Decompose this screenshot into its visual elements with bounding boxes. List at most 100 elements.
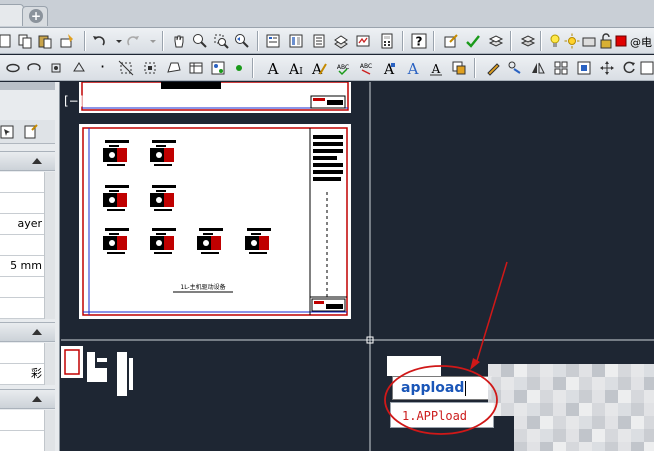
undo-icon[interactable] — [90, 32, 108, 50]
design-center-icon[interactable] — [287, 32, 305, 50]
layer-freeze-icon[interactable] — [580, 32, 598, 50]
plus-icon: + — [29, 9, 43, 23]
text-icon[interactable]: A — [264, 59, 282, 77]
property-row-thickness[interactable]: 5 mm — [0, 256, 44, 277]
property-row[interactable] — [0, 277, 44, 298]
svg-text:?: ? — [416, 35, 423, 49]
convert-text-icon[interactable] — [450, 59, 468, 77]
markup-icon[interactable] — [354, 32, 372, 50]
spell-check-icon[interactable]: ABC — [334, 59, 352, 77]
collapse-icon — [32, 158, 42, 164]
geometry-section-header[interactable] — [0, 389, 55, 409]
scale-icon[interactable] — [638, 59, 654, 77]
calculator-icon[interactable] — [378, 32, 396, 50]
layer-name-text[interactable]: @电 — [630, 34, 652, 50]
property-row[interactable] — [0, 193, 44, 214]
walk-icon[interactable] — [47, 59, 65, 77]
move-icon[interactable] — [598, 59, 616, 77]
redo-icon[interactable] — [124, 32, 142, 50]
svg-text:A: A — [407, 60, 419, 76]
panel-scrollbar[interactable] — [44, 410, 55, 451]
copy-icon[interactable] — [16, 32, 34, 50]
partial-geometry-left — [61, 346, 133, 396]
edit-text-icon[interactable]: A — [310, 59, 328, 77]
layer-icon[interactable] — [487, 32, 505, 50]
property-row[interactable] — [0, 298, 44, 319]
svg-text:I: I — [299, 67, 303, 76]
hatch-icon[interactable] — [209, 59, 227, 77]
svg-text:A: A — [431, 62, 441, 76]
paste-icon[interactable] — [36, 32, 54, 50]
array-icon[interactable] — [552, 59, 570, 77]
zoom-previous-icon[interactable] — [233, 32, 251, 50]
tool-palettes-icon[interactable] — [310, 32, 328, 50]
property-row[interactable] — [0, 431, 44, 451]
rotate-icon[interactable] — [620, 59, 638, 77]
svg-text:ABC: ABC — [337, 64, 349, 71]
pan-icon[interactable] — [170, 32, 188, 50]
orbit-icon[interactable] — [4, 59, 22, 77]
panel-scrollbar[interactable] — [44, 343, 55, 385]
sun-icon[interactable] — [563, 32, 581, 50]
property-row[interactable] — [0, 410, 44, 431]
zoom-window-icon[interactable] — [212, 32, 230, 50]
svg-text:A: A — [288, 62, 300, 76]
panel-toolbar — [0, 120, 55, 144]
offset-icon[interactable] — [575, 59, 593, 77]
properties-icon[interactable] — [264, 32, 282, 50]
general-section-header[interactable] — [0, 151, 55, 171]
point-icon[interactable] — [230, 59, 248, 77]
property-row[interactable] — [0, 343, 44, 364]
collapse-icon — [32, 329, 42, 335]
panel-scrollbar[interactable] — [44, 172, 55, 319]
find-replace-icon[interactable]: ABC — [357, 59, 375, 77]
quick-select-icon[interactable] — [22, 123, 40, 141]
pencil-icon[interactable] — [484, 59, 502, 77]
command-suggestion-item[interactable]: 1.APPload — [402, 409, 467, 423]
new-icon[interactable] — [0, 32, 14, 50]
property-row[interactable] — [0, 172, 44, 193]
svg-text:A: A — [267, 60, 279, 76]
region-icon[interactable] — [165, 59, 183, 77]
edit-properties-icon[interactable] — [442, 32, 460, 50]
new-tab-button[interactable]: + — [22, 6, 48, 26]
snap-endpoint-icon[interactable] — [117, 59, 135, 77]
tooltip-stub — [387, 356, 441, 376]
select-objects-icon[interactable] — [0, 123, 16, 141]
collapse-icon — [32, 396, 42, 402]
table-icon[interactable] — [187, 59, 205, 77]
sheet-caption: 1L-主机驱动设备 — [180, 283, 225, 291]
property-row-material[interactable]: 彩 — [0, 364, 44, 385]
text-style-icon[interactable]: A — [380, 59, 398, 77]
command-input-box[interactable]: appload — [392, 376, 492, 400]
edit-polyline-icon[interactable] — [506, 59, 524, 77]
panel-title-bar — [0, 82, 55, 90]
help-icon[interactable]: ? — [410, 32, 428, 50]
property-row-layer[interactable]: ayer — [0, 214, 44, 235]
3d-visualization-section-header[interactable] — [0, 322, 55, 342]
scale-text-icon[interactable]: A — [404, 59, 422, 77]
redo-dropdown-icon[interactable] — [144, 32, 162, 50]
document-tab[interactable] — [0, 4, 24, 26]
zoom-realtime-icon[interactable] — [191, 32, 209, 50]
command-input[interactable]: appload — [401, 380, 467, 396]
viewport-controls-label[interactable]: [−][自定义视图][二维线框] — [64, 92, 210, 109]
sheet-set-icon[interactable] — [332, 32, 350, 50]
snap-midpoint-icon[interactable] — [141, 59, 159, 77]
multiline-text-icon[interactable]: AI — [287, 59, 305, 77]
separator-dot: · — [100, 57, 106, 76]
text-caret — [465, 380, 467, 396]
match-properties-icon[interactable] — [58, 32, 76, 50]
justify-text-icon[interactable]: A — [427, 59, 445, 77]
draw-toolbar: · A AI A ABC ABC A A A — [0, 55, 654, 81]
properties-panel: ayer 5 mm 彩 — [0, 82, 60, 451]
light-bulb-icon[interactable] — [546, 32, 564, 50]
property-row[interactable] — [0, 235, 44, 256]
check-icon[interactable] — [464, 32, 482, 50]
layer-manager-icon[interactable] — [519, 32, 537, 50]
fly-icon[interactable] — [70, 59, 88, 77]
mirror-icon[interactable] — [529, 59, 547, 77]
blurred-region — [488, 364, 654, 451]
document-tab-strip: + — [0, 0, 654, 28]
free-orbit-icon[interactable] — [25, 59, 43, 77]
